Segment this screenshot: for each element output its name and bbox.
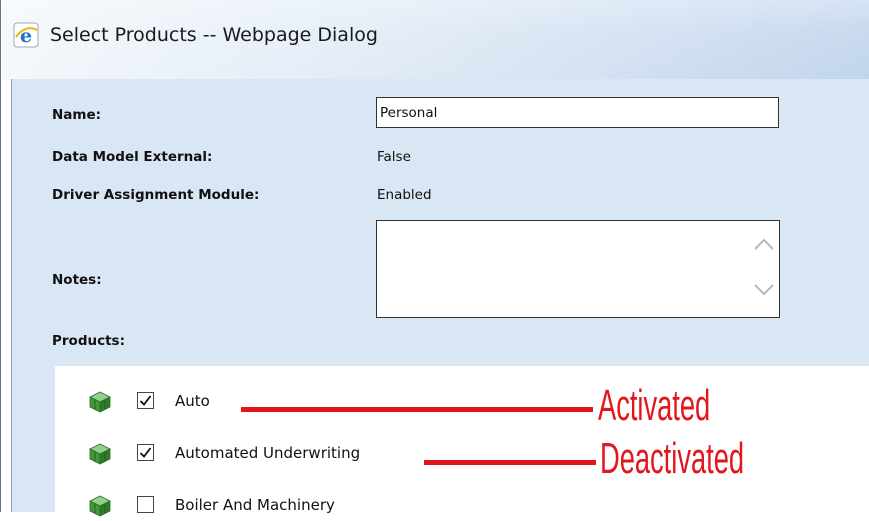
notes-label: Notes: (52, 272, 102, 288)
window-title: Select Products -- Webpage Dialog (50, 24, 378, 46)
checkmark-icon (139, 395, 152, 406)
products-list: Auto Automated Underwriting Boiler And M… (55, 366, 869, 517)
dialog-window: e Select Products -- Webpage Dialog Name… (0, 0, 869, 517)
checkmark-icon (139, 447, 152, 458)
driver-assignment-value: Enabled (377, 187, 432, 203)
data-model-external-value: False (377, 149, 411, 165)
products-label: Products: (52, 333, 125, 349)
auto-checkbox[interactable] (137, 392, 154, 409)
automated-underwriting-checkbox[interactable] (137, 444, 154, 461)
list-item[interactable]: Boiler And Machinery (55, 491, 869, 521)
product-cube-icon (89, 391, 111, 413)
notes-scrollbar[interactable] (749, 221, 779, 317)
ie-icon: e (13, 22, 39, 48)
activated-annotation-line (241, 407, 593, 412)
driver-assignment-label: Driver Assignment Module: (52, 187, 260, 203)
list-item[interactable]: Auto (55, 387, 869, 417)
boiler-and-machinery-checkbox[interactable] (137, 496, 154, 513)
scroll-down-icon[interactable] (753, 283, 775, 297)
deactivated-annotation-line (424, 460, 596, 465)
name-input[interactable] (376, 97, 779, 128)
data-model-external-label: Data Model External: (52, 149, 213, 165)
activated-annotation: Activated (598, 381, 711, 430)
notes-textarea[interactable] (376, 220, 780, 318)
product-label-auto[interactable]: Auto (175, 392, 210, 410)
product-label-automated-underwriting[interactable]: Automated Underwriting (175, 444, 360, 462)
product-label-boiler-and-machinery[interactable]: Boiler And Machinery (175, 496, 335, 514)
product-cube-icon (89, 443, 111, 465)
product-cube-icon (89, 495, 111, 517)
title-bar[interactable]: e Select Products -- Webpage Dialog (2, 0, 869, 80)
name-label: Name: (52, 107, 102, 123)
scroll-up-icon[interactable] (753, 237, 775, 251)
deactivated-annotation: Deactivated (600, 434, 745, 483)
